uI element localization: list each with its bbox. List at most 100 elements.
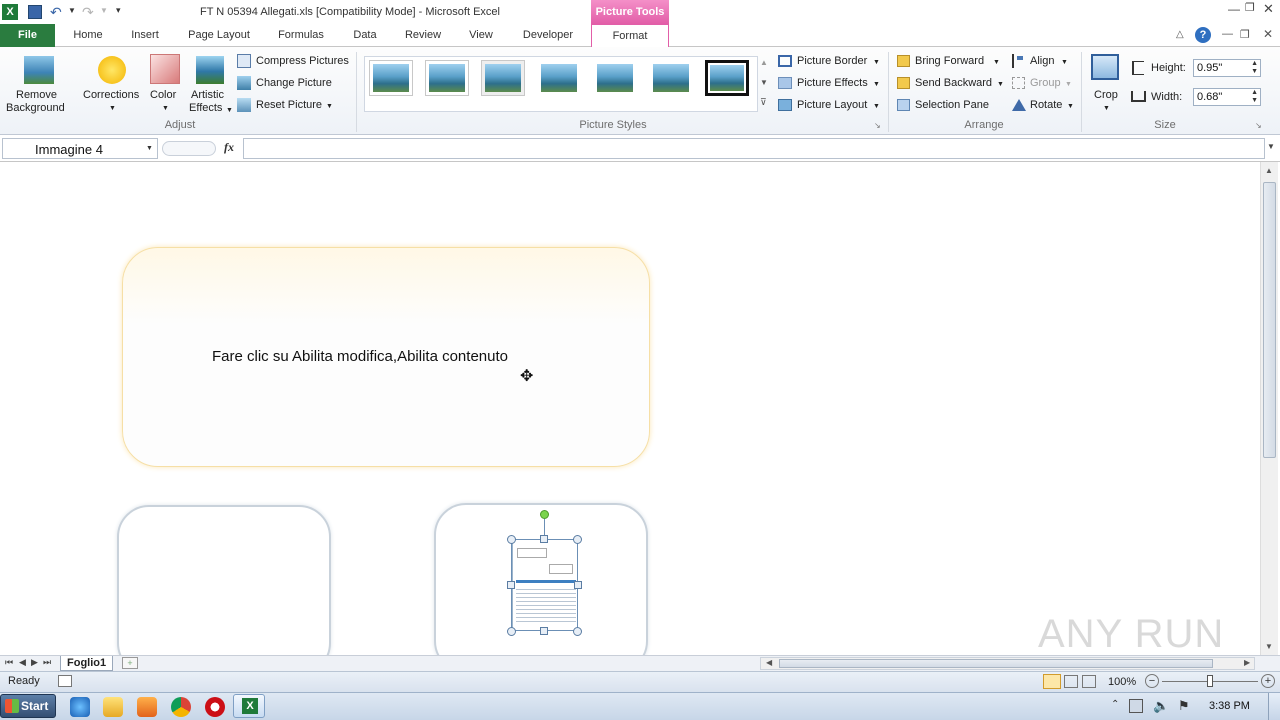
gallery-scroll-up-icon[interactable]: ▲	[760, 58, 768, 67]
media-player-icon[interactable]	[137, 697, 157, 717]
close-button[interactable]: ✕	[1263, 1, 1277, 16]
sheet-tab-foglio1[interactable]: Foglio1	[60, 656, 114, 671]
group-button[interactable]: Group ▼	[1011, 75, 1072, 91]
size-launcher-icon[interactable]: ↘	[1255, 121, 1262, 130]
volume-icon[interactable]: 🔈	[1153, 698, 1169, 714]
rotation-handle-icon[interactable]	[540, 510, 549, 519]
customize-qat-icon[interactable]: ▾	[116, 5, 121, 16]
macro-record-icon[interactable]	[58, 675, 72, 687]
resize-handle-ne[interactable]	[573, 535, 582, 544]
color-button[interactable]: Color ▼	[148, 52, 184, 116]
tab-review[interactable]: Review	[396, 24, 450, 47]
show-desktop-button[interactable]	[1268, 693, 1280, 720]
height-input[interactable]: 0.95" ▲ ▼	[1193, 59, 1261, 77]
gallery-scroll-down-icon[interactable]: ▼	[760, 78, 768, 87]
worksheet-area[interactable]: Fare clic su Abilita modifica,Abilita co…	[0, 162, 1260, 655]
align-button[interactable]: Align ▼	[1011, 53, 1071, 69]
artistic-effects-button[interactable]: Artistic Effects ▼	[188, 52, 234, 116]
undo-dropdown-icon[interactable]: ▼	[68, 6, 76, 15]
restore-button[interactable]: ❐	[1245, 1, 1259, 15]
name-box[interactable]: Immagine 4 ▼	[2, 138, 158, 159]
tab-page-layout[interactable]: Page Layout	[180, 24, 258, 47]
zoom-out-icon[interactable]: −	[1145, 674, 1159, 688]
start-button[interactable]: Start	[0, 694, 56, 718]
help-icon[interactable]: ?	[1195, 27, 1211, 43]
tray-expand-icon[interactable]: ⌃	[1111, 699, 1119, 710]
resize-handle-s[interactable]	[540, 627, 548, 635]
rotate-button[interactable]: Rotate ▼	[1011, 97, 1075, 113]
undo-icon[interactable]: ↶	[50, 4, 62, 21]
scroll-left-icon[interactable]: ◀	[766, 658, 772, 667]
ie-icon[interactable]	[70, 697, 90, 717]
tab-file[interactable]: File	[0, 24, 55, 47]
last-sheet-icon[interactable]: ⏭	[43, 657, 51, 668]
explorer-folder-icon[interactable]	[103, 697, 123, 717]
resize-handle-w[interactable]	[507, 581, 515, 589]
save-icon[interactable]	[28, 5, 42, 19]
picture-effects-button[interactable]: Picture Effects ▼	[777, 75, 883, 91]
picture-layout-button[interactable]: Picture Layout ▼	[777, 97, 883, 113]
picture-style-2[interactable]	[425, 60, 469, 96]
formula-bar-resizer[interactable]	[162, 141, 216, 156]
formula-input[interactable]	[243, 138, 1265, 159]
resize-handle-se[interactable]	[573, 627, 582, 636]
chrome-icon[interactable]	[171, 697, 191, 717]
tab-developer[interactable]: Developer	[512, 24, 584, 47]
selection-pane-button[interactable]: Selection Pane	[896, 97, 996, 113]
redo-icon[interactable]: ↷	[82, 4, 94, 21]
tab-view[interactable]: View	[460, 24, 502, 47]
bring-forward-button[interactable]: Bring Forward ▼	[896, 53, 1004, 69]
tab-insert[interactable]: Insert	[122, 24, 168, 47]
opera-icon[interactable]	[205, 697, 225, 717]
clock[interactable]: 3:38 PM	[1209, 700, 1250, 712]
picture-style-1[interactable]	[369, 60, 413, 96]
network-icon[interactable]	[1129, 699, 1143, 713]
horizontal-scrollbar[interactable]: ◀ ▶	[760, 657, 1255, 670]
next-sheet-icon[interactable]: ▶	[31, 657, 38, 668]
send-backward-button[interactable]: Send Backward ▼	[896, 75, 1008, 91]
picture-style-7[interactable]	[705, 60, 749, 96]
zoom-in-icon[interactable]: +	[1261, 674, 1275, 688]
excel-app-icon[interactable]: X	[2, 4, 18, 20]
ribbon-minimize-icon[interactable]: △	[1176, 29, 1184, 40]
excel-taskbar-button[interactable]: X	[233, 694, 265, 718]
left-frame-shape[interactable]	[117, 505, 331, 655]
width-spinner-icon[interactable]: ▲ ▼	[1251, 89, 1258, 105]
scroll-right-icon[interactable]: ▶	[1244, 658, 1250, 667]
tab-formulas[interactable]: Formulas	[270, 24, 332, 47]
width-input[interactable]: 0.68" ▲ ▼	[1193, 88, 1261, 106]
page-break-view-icon[interactable]	[1082, 675, 1096, 688]
vertical-scrollbar[interactable]: ▲ ▼	[1260, 162, 1278, 655]
reset-picture-button[interactable]: Reset Picture ▼	[236, 97, 352, 113]
name-box-dropdown-icon[interactable]: ▼	[146, 145, 153, 152]
compress-pictures-button[interactable]: Compress Pictures	[236, 53, 352, 69]
picture-style-6[interactable]	[649, 60, 693, 96]
tab-data[interactable]: Data	[344, 24, 386, 47]
tab-format[interactable]: Format	[591, 24, 669, 48]
remove-background-button[interactable]: Remove Background	[4, 52, 72, 116]
change-picture-button[interactable]: Change Picture	[236, 75, 352, 91]
first-sheet-icon[interactable]: ⏮	[5, 657, 13, 668]
horizontal-scroll-thumb[interactable]	[779, 659, 1213, 668]
height-spinner-icon[interactable]: ▲ ▼	[1251, 60, 1258, 76]
picture-styles-launcher-icon[interactable]: ↘	[874, 121, 881, 130]
workbook-restore-button[interactable]: ❐	[1240, 28, 1250, 41]
formula-expand-icon[interactable]: ▼	[1267, 142, 1275, 151]
picture-style-3[interactable]	[481, 60, 525, 96]
resize-handle-n[interactable]	[540, 535, 548, 543]
normal-view-icon[interactable]	[1043, 674, 1061, 689]
gallery-more-icon[interactable]: ⊽	[760, 97, 767, 108]
insert-function-icon[interactable]: fx	[224, 140, 234, 155]
redo-dropdown-icon[interactable]: ▼	[100, 6, 108, 15]
corrections-button[interactable]: Corrections ▼	[82, 52, 144, 116]
minimize-button[interactable]: —	[1228, 2, 1242, 16]
insert-sheet-icon[interactable]: +	[122, 657, 138, 669]
crop-button[interactable]: Crop ▼	[1088, 52, 1124, 116]
picture-style-5[interactable]	[593, 60, 637, 96]
tab-home[interactable]: Home	[64, 24, 112, 47]
workbook-close-button[interactable]: ✕	[1263, 27, 1273, 41]
page-layout-view-icon[interactable]	[1064, 675, 1078, 688]
action-center-flag-icon[interactable]: ⚑	[1178, 698, 1190, 714]
zoom-slider-thumb[interactable]	[1207, 675, 1213, 687]
vertical-scroll-thumb[interactable]	[1263, 182, 1276, 458]
